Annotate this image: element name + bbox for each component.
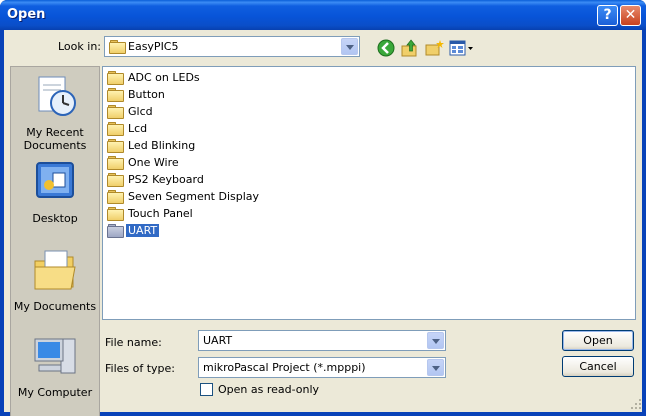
read-only-label[interactable]: Open as read-only [218, 383, 319, 396]
list-item[interactable]: PS2 Keyboard [107, 172, 206, 188]
folder-icon [107, 224, 124, 238]
view-menu-icon[interactable] [448, 38, 474, 58]
place-label: Documents [23, 139, 87, 152]
open-button[interactable]: Open [562, 330, 634, 351]
up-folder-icon[interactable] [400, 38, 420, 58]
open-dialog-window: Open ? ✕ Look in: EasyPIC5 My Recent Doc… [0, 0, 646, 416]
chevron-down-icon[interactable] [427, 332, 444, 349]
place-my-computer[interactable]: My Computer [11, 333, 99, 399]
look-in-value: EasyPIC5 [128, 40, 179, 53]
window-frame-right [642, 30, 646, 416]
list-item-label: Button [128, 88, 165, 101]
list-item-label: UART [126, 224, 160, 237]
place-label: My Computer [17, 386, 93, 399]
read-only-checkbox[interactable] [200, 383, 213, 396]
window-title: Open [7, 7, 46, 22]
look-in-label: Look in: [58, 40, 101, 53]
list-item-selected[interactable]: UART [107, 223, 160, 239]
place-my-documents[interactable]: My Documents [11, 247, 99, 313]
list-item[interactable]: Lcd [107, 121, 149, 137]
dialog-body: Look in: EasyPIC5 My Recent Documents De… [4, 30, 642, 416]
cancel-button[interactable]: Cancel [562, 356, 634, 377]
list-item[interactable]: Seven Segment Display [107, 189, 261, 205]
list-item-label: Seven Segment Display [128, 190, 260, 203]
list-item-label: One Wire [128, 156, 179, 169]
place-label: My Recent [26, 126, 84, 139]
file-name-value: UART [203, 334, 233, 347]
list-item[interactable]: One Wire [107, 155, 181, 171]
folder-icon [107, 88, 124, 102]
list-item-label: Glcd [128, 105, 153, 118]
look-in-dropdown[interactable]: EasyPIC5 [104, 36, 360, 57]
list-item[interactable]: ADC on LEDs [107, 70, 202, 86]
my-documents-icon [34, 250, 76, 290]
close-button[interactable]: ✕ [620, 5, 641, 26]
place-my-recent-documents[interactable]: My Recent Documents [11, 73, 99, 152]
list-item-label: Lcd [128, 122, 148, 135]
file-list[interactable]: ADC on LEDs Button Glcd Lcd Led Blinking… [102, 66, 636, 320]
my-computer-icon [34, 338, 76, 374]
folder-icon [107, 173, 124, 187]
back-icon[interactable] [376, 38, 396, 58]
file-name-label: File name: [105, 336, 162, 349]
desktop-icon [36, 162, 74, 198]
chevron-down-icon[interactable] [427, 359, 444, 376]
place-label: My Documents [13, 300, 97, 313]
list-item[interactable]: Led Blinking [107, 138, 197, 154]
folder-icon [107, 139, 124, 153]
places-bar: My Recent Documents Desktop My Documents… [10, 66, 100, 416]
file-name-field[interactable]: UART [198, 330, 446, 351]
file-type-dropdown[interactable]: mikroPascal Project (*.mpppi) [198, 357, 446, 378]
resize-grip-icon[interactable] [630, 398, 642, 410]
list-item[interactable]: Touch Panel [107, 206, 195, 222]
list-item-label: ADC on LEDs [128, 71, 200, 84]
place-desktop[interactable]: Desktop [11, 159, 99, 225]
list-item[interactable]: Button [107, 87, 167, 103]
file-type-value: mikroPascal Project (*.mpppi) [203, 361, 366, 374]
folder-icon [107, 122, 124, 136]
list-item[interactable]: Glcd [107, 104, 155, 120]
list-item-label: PS2 Keyboard [128, 173, 204, 186]
list-item-label: Led Blinking [128, 139, 196, 152]
folder-icon [107, 71, 124, 85]
folder-icon [107, 156, 124, 170]
list-item-label: Touch Panel [128, 207, 193, 220]
chevron-down-icon[interactable] [341, 38, 358, 55]
file-type-label: Files of type: [105, 362, 176, 375]
title-bar[interactable]: Open ? ✕ [0, 0, 646, 30]
help-button[interactable]: ? [597, 5, 618, 26]
new-folder-icon[interactable] [424, 38, 444, 58]
folder-icon [107, 105, 124, 119]
folder-icon [107, 190, 124, 204]
recent-documents-icon [38, 76, 76, 116]
folder-icon [107, 207, 124, 221]
place-label: Desktop [32, 212, 78, 225]
folder-icon [109, 40, 126, 54]
